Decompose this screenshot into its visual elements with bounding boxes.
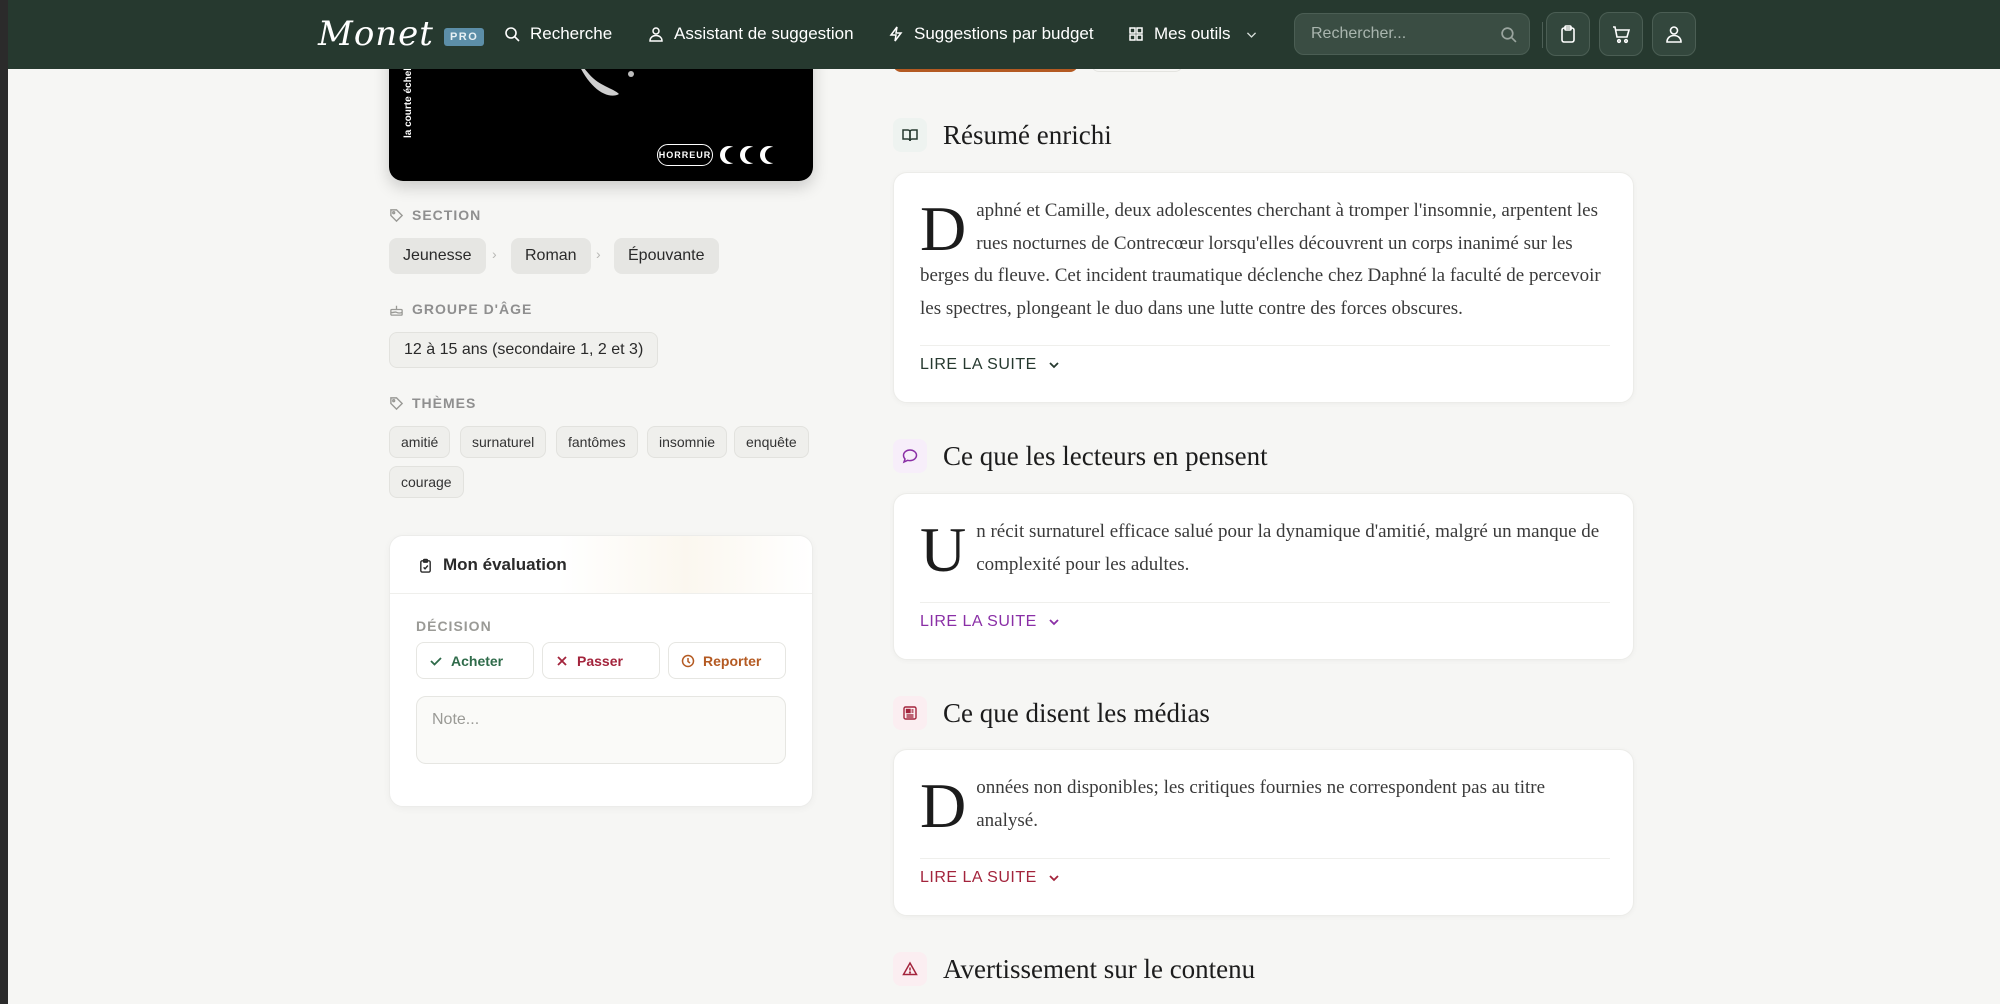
book-open-icon	[893, 118, 927, 152]
chevron-right-icon: ›	[492, 246, 497, 262]
media-read-more[interactable]: LIRE LA SUITE	[920, 869, 1061, 887]
clock-icon	[681, 654, 695, 667]
media-text: Données non disponibles; les critiques f…	[920, 770, 1546, 841]
close-icon	[557, 655, 567, 666]
readers-title: Ce que les lecteurs en pensent	[943, 440, 1268, 471]
moon-icon	[760, 146, 779, 164]
chevron-down-icon	[1049, 875, 1059, 882]
summary-text: Daphné et Camille, deux adolescentes che…	[920, 193, 1601, 319]
tag-icon	[390, 396, 404, 410]
media-card: Données non disponibles; les critiques f…	[893, 749, 1634, 916]
cart-button[interactable]	[1599, 12, 1643, 56]
decision-label: DÉCISION	[416, 618, 492, 634]
nav-recherche[interactable]: Recherche	[504, 20, 612, 48]
media-section-header: Ce que disent les médias	[893, 696, 1210, 730]
search-input[interactable]	[1311, 14, 1491, 54]
cake-icon	[390, 305, 403, 316]
nav-label: Assistant de suggestion	[674, 24, 854, 43]
chat-bubble-icon	[893, 439, 927, 473]
note-field[interactable]	[416, 696, 786, 764]
nav-mes-outils[interactable]: Mes outils	[1128, 20, 1258, 48]
theme-tag[interactable]: surnaturel	[460, 426, 547, 458]
cart-icon	[1613, 26, 1631, 44]
lightning-icon	[889, 26, 903, 42]
age-group-value: 12 à 15 ans (secondaire 1, 2 et 3)	[389, 332, 659, 368]
nav-label: Recherche	[530, 24, 613, 43]
genre-badge: HORREUR	[657, 144, 713, 166]
breadcrumb-epouvante[interactable]: Épouvante	[614, 238, 719, 274]
section-label: SECTION	[389, 207, 481, 223]
readers-card: Un récit surnaturel efficace salué pour …	[893, 493, 1634, 660]
divider	[920, 602, 1610, 603]
check-icon	[430, 656, 442, 666]
breadcrumb-jeunesse[interactable]: Jeunesse	[389, 238, 486, 274]
readers-text: Un récit surnaturel efficace salué pour …	[920, 514, 1600, 585]
nav-label: Mes outils	[1154, 24, 1231, 43]
chevron-down-icon	[1049, 362, 1059, 369]
warning-title: Avertissement sur le contenu	[943, 953, 1256, 984]
cover-spine-text: la courte échelle	[403, 59, 414, 138]
pass-button[interactable]: Passer	[542, 642, 660, 679]
user-icon	[1666, 26, 1682, 43]
theme-tag[interactable]: fantômes	[556, 426, 638, 458]
evaluation-card: Mon évaluation DÉCISION Acheter Passer R…	[389, 535, 813, 807]
summary-section-header: Résumé enrichi	[893, 118, 1112, 152]
tag-icon	[390, 208, 404, 222]
account-button[interactable]	[1652, 12, 1696, 56]
breadcrumb-roman[interactable]: Roman	[511, 238, 591, 274]
themes-label: THÈMES	[389, 395, 476, 411]
summary-title: Résumé enrichi	[943, 119, 1112, 150]
buy-button[interactable]: Acheter	[416, 642, 534, 679]
user-assistant-icon	[649, 27, 663, 42]
divider	[920, 345, 1610, 346]
readers-section-header: Ce que les lecteurs en pensent	[893, 439, 1268, 473]
evaluation-title: Mon évaluation	[418, 555, 567, 575]
note-input[interactable]	[417, 697, 785, 763]
postpone-button[interactable]: Reporter	[668, 642, 786, 679]
chevron-right-icon: ›	[596, 246, 601, 262]
search-field[interactable]	[1294, 13, 1530, 55]
summary-read-more[interactable]: LIRE LA SUITE	[920, 356, 1061, 374]
logo-wordmark: Monet	[318, 14, 434, 54]
clipboard-icon	[1561, 25, 1575, 43]
nav-budget[interactable]: Suggestions par budget	[888, 20, 1094, 48]
clipboard-check-icon	[420, 558, 431, 573]
top-navbar: Monet PRO Recherche Assistant de suggest…	[8, 0, 2000, 69]
nav-divider	[1542, 22, 1543, 48]
clipboard-button[interactable]	[1546, 12, 1590, 56]
divider	[920, 858, 1610, 859]
newspaper-icon	[893, 696, 927, 730]
moon-icon	[740, 146, 759, 164]
theme-tag[interactable]: enquête	[734, 426, 809, 458]
search-icon	[505, 27, 520, 42]
search-icon[interactable]	[1500, 26, 1517, 43]
theme-tag[interactable]: courage	[389, 466, 464, 498]
nav-assistant[interactable]: Assistant de suggestion	[648, 20, 854, 48]
pro-badge: PRO	[443, 28, 485, 46]
chevron-down-icon	[1246, 31, 1256, 38]
warning-section-header: Avertissement sur le contenu	[893, 952, 1255, 986]
dropcap: U	[920, 514, 967, 585]
readers-read-more[interactable]: LIRE LA SUITE	[920, 613, 1061, 631]
grid-icon	[1129, 27, 1143, 41]
theme-tag[interactable]: amitié	[389, 426, 451, 458]
nav-label: Suggestions par budget	[914, 24, 1094, 43]
moon-icon	[720, 146, 739, 164]
warning-triangle-icon	[893, 952, 927, 986]
dropcap: D	[920, 193, 967, 264]
summary-card: Daphné et Camille, deux adolescentes che…	[893, 172, 1634, 403]
chevron-down-icon	[1049, 619, 1059, 626]
theme-tag[interactable]: insomnie	[647, 426, 728, 458]
media-title: Ce que disent les médias	[943, 697, 1210, 728]
logo[interactable]: Monet PRO	[318, 12, 485, 56]
dropcap: D	[920, 770, 967, 841]
age-group-label: GROUPE D'ÂGE	[389, 301, 532, 317]
app-viewport: Monet PRO Recherche Assistant de suggest…	[8, 0, 2000, 1004]
